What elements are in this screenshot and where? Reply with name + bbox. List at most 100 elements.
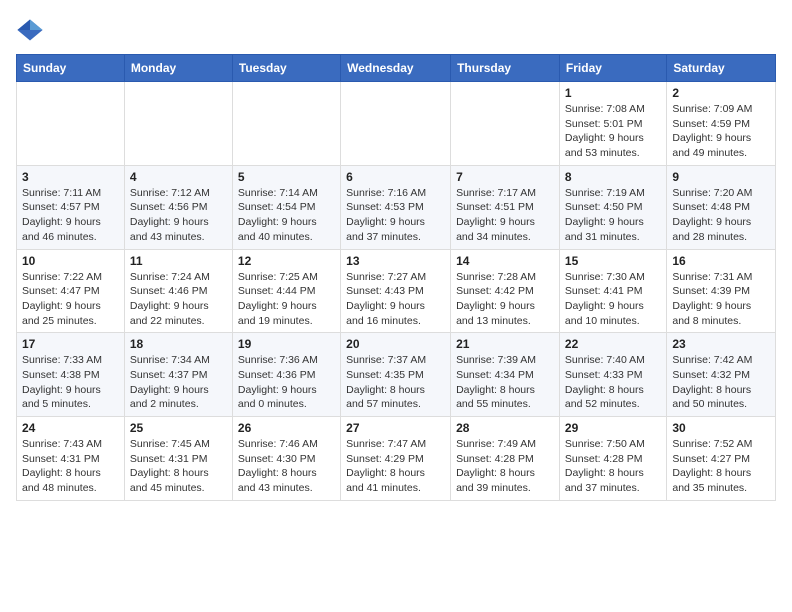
day-number: 13 — [346, 254, 445, 268]
day-number: 12 — [238, 254, 335, 268]
day-info: Sunrise: 7:16 AM Sunset: 4:53 PM Dayligh… — [346, 186, 445, 245]
day-number: 26 — [238, 421, 335, 435]
day-number: 6 — [346, 170, 445, 184]
weekday-header-wednesday: Wednesday — [341, 55, 451, 82]
day-info: Sunrise: 7:08 AM Sunset: 5:01 PM Dayligh… — [565, 102, 661, 161]
day-info: Sunrise: 7:17 AM Sunset: 4:51 PM Dayligh… — [456, 186, 554, 245]
calendar-cell — [451, 82, 560, 166]
day-info: Sunrise: 7:40 AM Sunset: 4:33 PM Dayligh… — [565, 353, 661, 412]
day-number: 30 — [672, 421, 770, 435]
calendar-cell: 27 Sunrise: 7:47 AM Sunset: 4:29 PM Dayli… — [341, 417, 451, 501]
calendar-cell: 12 Sunrise: 7:25 AM Sunset: 4:44 PM Dayli… — [232, 249, 340, 333]
day-info: Sunrise: 7:19 AM Sunset: 4:50 PM Dayligh… — [565, 186, 661, 245]
calendar-cell: 11 Sunrise: 7:24 AM Sunset: 4:46 PM Dayli… — [124, 249, 232, 333]
day-info: Sunrise: 7:45 AM Sunset: 4:31 PM Dayligh… — [130, 437, 227, 496]
day-info: Sunrise: 7:11 AM Sunset: 4:57 PM Dayligh… — [22, 186, 119, 245]
weekday-header-monday: Monday — [124, 55, 232, 82]
weekday-header-saturday: Saturday — [667, 55, 776, 82]
calendar-table: SundayMondayTuesdayWednesdayThursdayFrid… — [16, 54, 776, 501]
week-row-5: 24 Sunrise: 7:43 AM Sunset: 4:31 PM Dayli… — [17, 417, 776, 501]
calendar-cell: 6 Sunrise: 7:16 AM Sunset: 4:53 PM Daylig… — [341, 165, 451, 249]
week-row-4: 17 Sunrise: 7:33 AM Sunset: 4:38 PM Dayli… — [17, 333, 776, 417]
page-header — [16, 16, 776, 44]
calendar-cell: 1Sunrise: 7:08 AM Sunset: 5:01 PM Daylig… — [559, 82, 666, 166]
calendar-cell: 9 Sunrise: 7:20 AM Sunset: 4:48 PM Daylig… — [667, 165, 776, 249]
calendar-cell: 26Sunrise: 7:46 AM Sunset: 4:30 PM Dayli… — [232, 417, 340, 501]
calendar-cell — [124, 82, 232, 166]
day-info: Sunrise: 7:49 AM Sunset: 4:28 PM Dayligh… — [456, 437, 554, 496]
day-info: Sunrise: 7:34 AM Sunset: 4:37 PM Dayligh… — [130, 353, 227, 412]
day-number: 4 — [130, 170, 227, 184]
weekday-header-thursday: Thursday — [451, 55, 560, 82]
calendar-cell: 22 Sunrise: 7:40 AM Sunset: 4:33 PM Dayli… — [559, 333, 666, 417]
logo-icon — [16, 16, 44, 44]
day-info: Sunrise: 7:22 AM Sunset: 4:47 PM Dayligh… — [22, 270, 119, 329]
day-number: 22 — [565, 337, 661, 351]
day-number: 15 — [565, 254, 661, 268]
calendar-cell: 7 Sunrise: 7:17 AM Sunset: 4:51 PM Daylig… — [451, 165, 560, 249]
day-info: Sunrise: 7:47 AM Sunset: 4:29 PM Dayligh… — [346, 437, 445, 496]
day-number: 27 — [346, 421, 445, 435]
day-number: 29 — [565, 421, 661, 435]
day-info: Sunrise: 7:14 AM Sunset: 4:54 PM Dayligh… — [238, 186, 335, 245]
day-number: 19 — [238, 337, 335, 351]
weekday-header-row: SundayMondayTuesdayWednesdayThursdayFrid… — [17, 55, 776, 82]
day-number: 14 — [456, 254, 554, 268]
calendar-cell: 8 Sunrise: 7:19 AM Sunset: 4:50 PM Daylig… — [559, 165, 666, 249]
calendar-cell: 28 Sunrise: 7:49 AM Sunset: 4:28 PM Dayli… — [451, 417, 560, 501]
day-info: Sunrise: 7:36 AM Sunset: 4:36 PM Dayligh… — [238, 353, 335, 412]
day-number: 16 — [672, 254, 770, 268]
day-info: Sunrise: 7:33 AM Sunset: 4:38 PM Dayligh… — [22, 353, 119, 412]
day-number: 2 — [672, 86, 770, 100]
day-info: Sunrise: 7:20 AM Sunset: 4:48 PM Dayligh… — [672, 186, 770, 245]
calendar-cell: 29Sunrise: 7:50 AM Sunset: 4:28 PM Dayli… — [559, 417, 666, 501]
day-info: Sunrise: 7:25 AM Sunset: 4:44 PM Dayligh… — [238, 270, 335, 329]
logo — [16, 16, 48, 44]
calendar-cell: 15 Sunrise: 7:30 AM Sunset: 4:41 PM Dayli… — [559, 249, 666, 333]
calendar-cell: 5 Sunrise: 7:14 AM Sunset: 4:54 PM Daylig… — [232, 165, 340, 249]
calendar-cell: 18Sunrise: 7:34 AM Sunset: 4:37 PM Dayli… — [124, 333, 232, 417]
day-number: 10 — [22, 254, 119, 268]
calendar-cell: 13 Sunrise: 7:27 AM Sunset: 4:43 PM Dayli… — [341, 249, 451, 333]
day-info: Sunrise: 7:42 AM Sunset: 4:32 PM Dayligh… — [672, 353, 770, 412]
day-info: Sunrise: 7:12 AM Sunset: 4:56 PM Dayligh… — [130, 186, 227, 245]
week-row-2: 3 Sunrise: 7:11 AM Sunset: 4:57 PM Daylig… — [17, 165, 776, 249]
calendar-cell — [232, 82, 340, 166]
day-number: 20 — [346, 337, 445, 351]
day-number: 23 — [672, 337, 770, 351]
day-number: 9 — [672, 170, 770, 184]
calendar-cell: 20 Sunrise: 7:37 AM Sunset: 4:35 PM Dayli… — [341, 333, 451, 417]
day-number: 7 — [456, 170, 554, 184]
calendar-cell — [341, 82, 451, 166]
day-info: Sunrise: 7:43 AM Sunset: 4:31 PM Dayligh… — [22, 437, 119, 496]
calendar-cell: 2 Sunrise: 7:09 AM Sunset: 4:59 PM Daylig… — [667, 82, 776, 166]
day-info: Sunrise: 7:24 AM Sunset: 4:46 PM Dayligh… — [130, 270, 227, 329]
day-number: 3 — [22, 170, 119, 184]
day-number: 11 — [130, 254, 227, 268]
calendar-cell — [17, 82, 125, 166]
calendar-cell: 21Sunrise: 7:39 AM Sunset: 4:34 PM Dayli… — [451, 333, 560, 417]
calendar-cell: 3 Sunrise: 7:11 AM Sunset: 4:57 PM Daylig… — [17, 165, 125, 249]
day-number: 17 — [22, 337, 119, 351]
day-info: Sunrise: 7:39 AM Sunset: 4:34 PM Dayligh… — [456, 353, 554, 412]
day-info: Sunrise: 7:30 AM Sunset: 4:41 PM Dayligh… — [565, 270, 661, 329]
day-info: Sunrise: 7:37 AM Sunset: 4:35 PM Dayligh… — [346, 353, 445, 412]
day-info: Sunrise: 7:27 AM Sunset: 4:43 PM Dayligh… — [346, 270, 445, 329]
calendar-cell: 10 Sunrise: 7:22 AM Sunset: 4:47 PM Dayli… — [17, 249, 125, 333]
day-number: 8 — [565, 170, 661, 184]
weekday-header-friday: Friday — [559, 55, 666, 82]
day-info: Sunrise: 7:28 AM Sunset: 4:42 PM Dayligh… — [456, 270, 554, 329]
day-number: 25 — [130, 421, 227, 435]
calendar-cell: 30 Sunrise: 7:52 AM Sunset: 4:27 PM Dayli… — [667, 417, 776, 501]
week-row-1: 1Sunrise: 7:08 AM Sunset: 5:01 PM Daylig… — [17, 82, 776, 166]
day-number: 28 — [456, 421, 554, 435]
calendar-cell: 19 Sunrise: 7:36 AM Sunset: 4:36 PM Dayli… — [232, 333, 340, 417]
weekday-header-sunday: Sunday — [17, 55, 125, 82]
day-number: 24 — [22, 421, 119, 435]
calendar-cell: 16Sunrise: 7:31 AM Sunset: 4:39 PM Dayli… — [667, 249, 776, 333]
day-info: Sunrise: 7:52 AM Sunset: 4:27 PM Dayligh… — [672, 437, 770, 496]
day-info: Sunrise: 7:09 AM Sunset: 4:59 PM Dayligh… — [672, 102, 770, 161]
calendar-cell: 25 Sunrise: 7:45 AM Sunset: 4:31 PM Dayli… — [124, 417, 232, 501]
calendar-cell: 24 Sunrise: 7:43 AM Sunset: 4:31 PM Dayli… — [17, 417, 125, 501]
day-number: 5 — [238, 170, 335, 184]
